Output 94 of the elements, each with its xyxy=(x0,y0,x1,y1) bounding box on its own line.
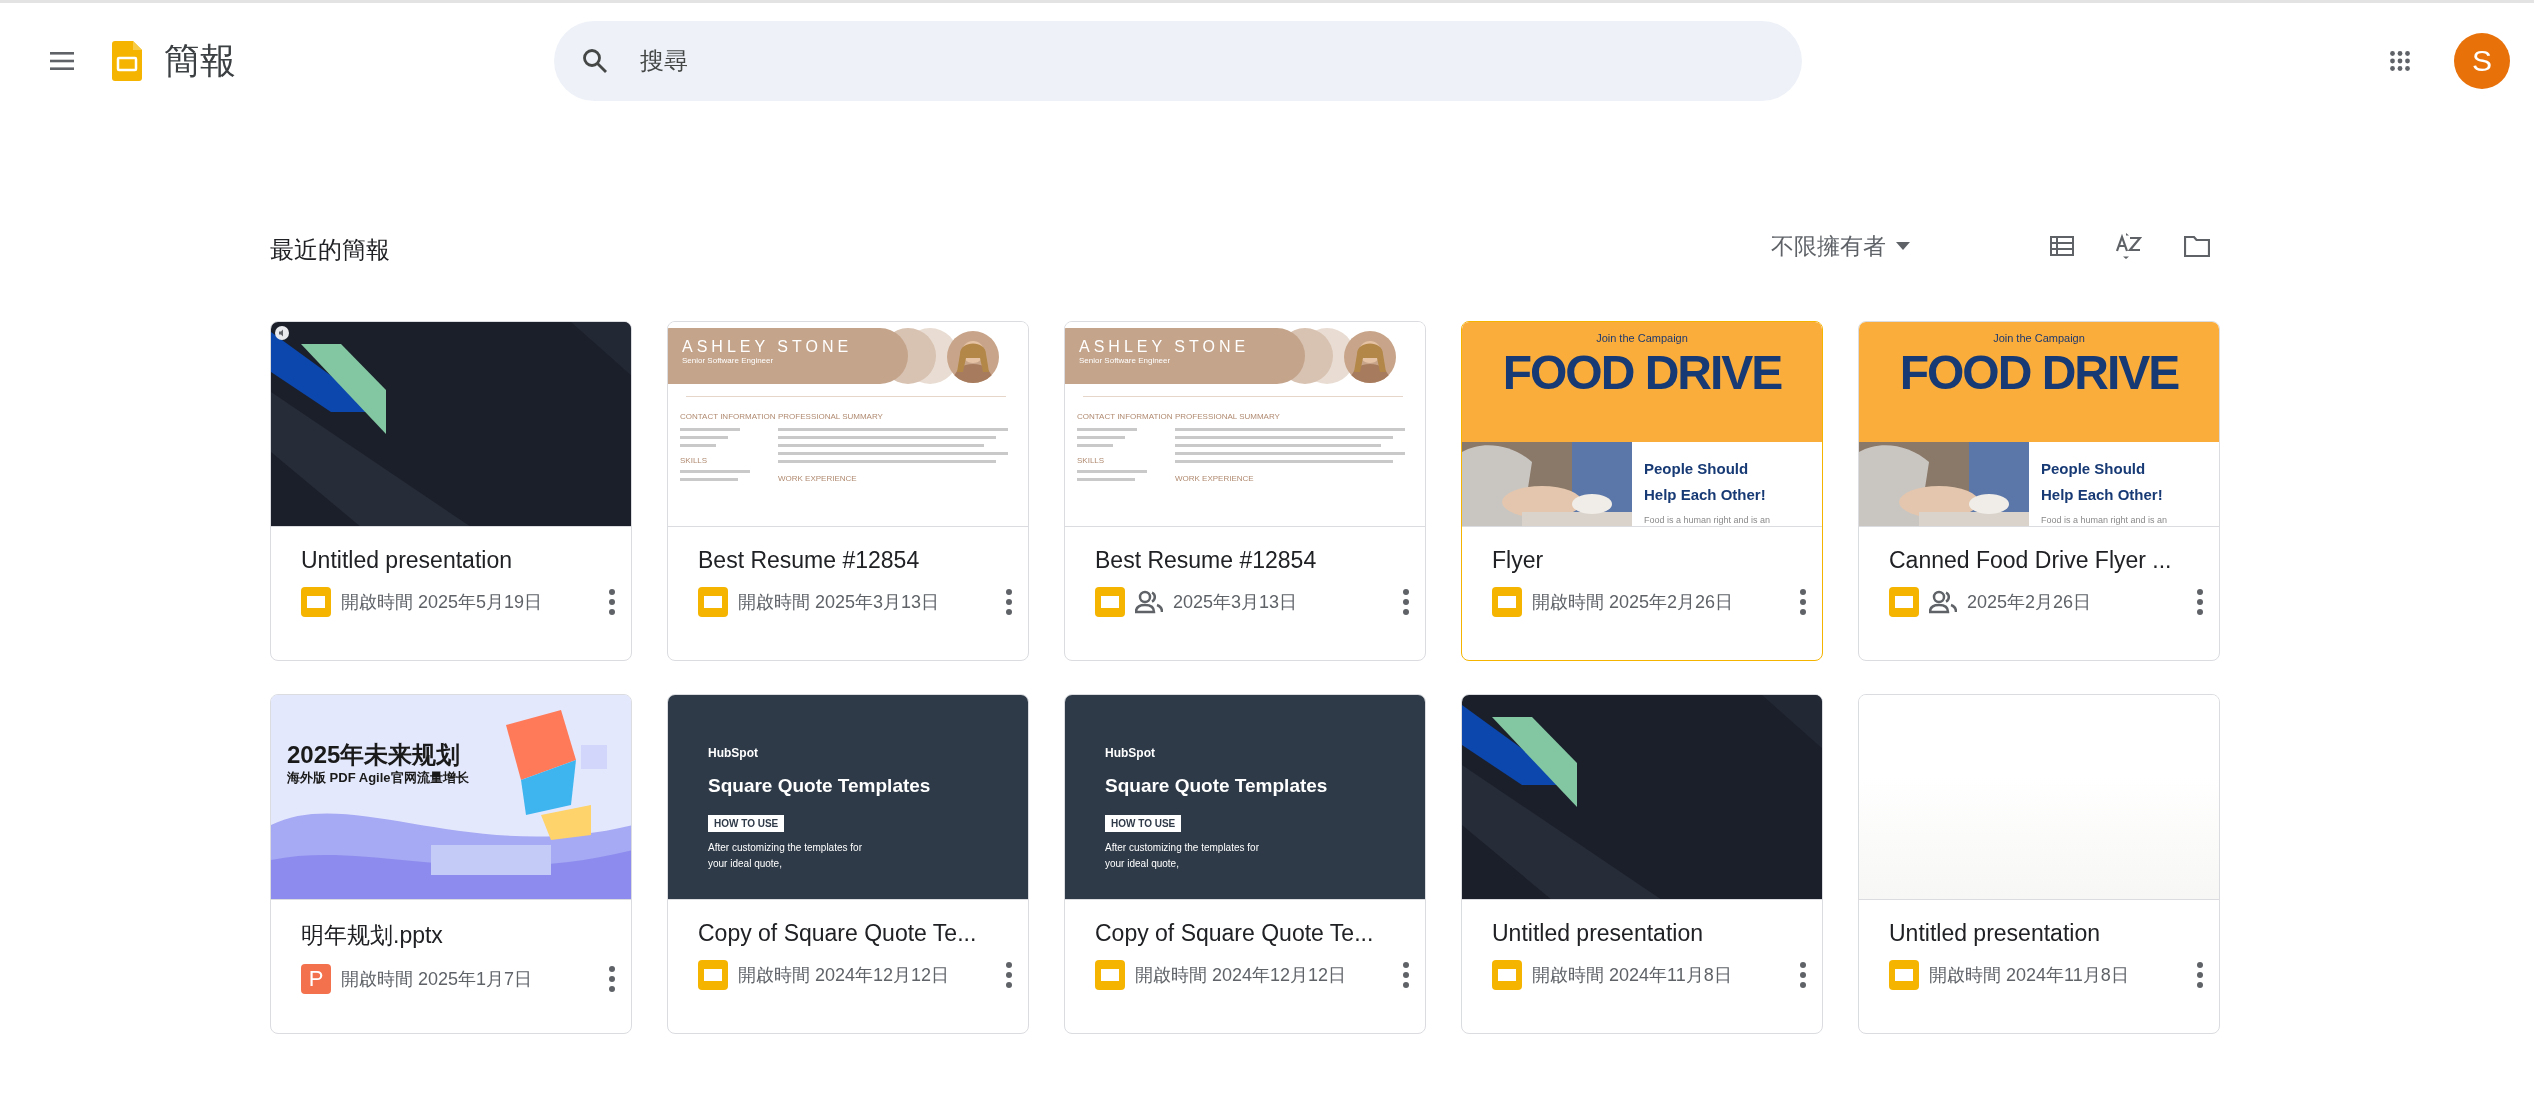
opened-date: 開啟時間 2024年11月8日 xyxy=(1929,964,2129,987)
file-card[interactable]: ASHLEY STONE Senior Software Engineer CONTACT INFORMATION SKILLS PROFESSIONAL SUMMARY WORK EXPERIENCE Best Resume #12854 2025年3月13日 xyxy=(1064,321,1426,661)
section-title: 最近的簡報 xyxy=(270,235,390,265)
how-to-use-tag: HOW TO USE xyxy=(1105,814,1182,832)
slides-file-icon xyxy=(1095,587,1125,617)
search-bar[interactable]: 搜尋 xyxy=(554,21,1802,101)
flyer-tagline: People Should xyxy=(1644,459,1750,479)
flyer-headline: FOOD DRIVE xyxy=(1502,344,1782,400)
section-heading: SKILLS xyxy=(680,456,708,466)
more-icon xyxy=(1006,962,1012,988)
slides-file-icon xyxy=(1889,960,1919,990)
opened-date: 開啟時間 2024年11月8日 xyxy=(1532,964,1732,987)
flyer-body: Food is a human right and is an xyxy=(2041,515,2168,526)
more-icon xyxy=(1800,589,1806,615)
people-icon xyxy=(1929,590,1957,614)
how-to-use-tag: HOW TO USE xyxy=(708,814,785,832)
people-icon xyxy=(1135,590,1163,614)
more-icon xyxy=(1403,589,1409,615)
opened-date: 開啟時間 2024年12月12日 xyxy=(738,964,950,987)
flyer-kicker: Join the Campaign xyxy=(1993,332,2085,345)
opened-date: 2025年3月13日 xyxy=(1173,591,1298,614)
file-title: Copy of Square Quote Te... xyxy=(1095,920,1375,947)
section-heading: WORK EXPERIENCE xyxy=(1175,474,1254,484)
file-card[interactable]: Join the Campaign FOOD DRIVE People Should Help Each Other! Food is a human right and is an Canned Food Drive Flyer ... 2025年2月26日 xyxy=(1858,321,2220,661)
flyer-headline: FOOD DRIVE xyxy=(1899,344,2179,400)
owner-filter-dropdown[interactable]: 不限擁有者 xyxy=(1761,224,1920,268)
section-heading: WORK EXPERIENCE xyxy=(778,474,857,484)
flyer-body: Food is a human right and is an xyxy=(1644,515,1771,526)
resume-subtitle: Senior Software Engineer xyxy=(1079,356,1172,366)
file-title: Canned Food Drive Flyer ... xyxy=(1889,547,2173,574)
search-input[interactable]: 搜尋 xyxy=(638,46,1774,76)
file-card[interactable]: ASHLEY STONE Senior Software Engineer CONTACT INFORMATION SKILLS PROFESSIONAL SUMMARY WORK EXPERIENCE Best Resume #12854 開啟時間 2025年3月13日 xyxy=(667,321,1029,661)
flyer-tagline: Help Each Other! xyxy=(2041,485,2163,505)
app-title: 簡報 xyxy=(164,38,236,83)
section-heading: SKILLS xyxy=(1077,456,1105,466)
section-heading: CONTACT INFORMATION xyxy=(1077,412,1173,422)
file-title: Untitled presentation xyxy=(1492,920,1704,947)
slides-file-icon xyxy=(1095,960,1125,990)
section-heading: CONTACT INFORMATION xyxy=(680,412,776,422)
slide-headline: Square Quote Templates xyxy=(708,774,931,797)
file-title: 明年规划.pptx xyxy=(301,921,444,950)
section-heading: PROFESSIONAL SUMMARY xyxy=(1175,412,1280,422)
more-icon xyxy=(2197,589,2203,615)
powerpoint-file-icon: P xyxy=(301,964,331,994)
slides-file-icon xyxy=(1492,587,1522,617)
more-icon xyxy=(2197,962,2203,988)
more-icon xyxy=(1800,962,1806,988)
file-card[interactable]: Untitled presentation 開啟時間 2024年11月8日 xyxy=(1858,694,2220,1034)
flyer-tagline: People Should xyxy=(2041,459,2147,479)
file-card[interactable]: Join the Campaign FOOD DRIVE People Should Help Each Other! Food is a human right and is an Flyer 開啟時間 2025年2月26日 xyxy=(1461,321,1823,661)
dropdown-caret-icon xyxy=(1896,242,1910,250)
slides-file-icon xyxy=(301,587,331,617)
slide-headline: 2025年未来规划 xyxy=(287,741,462,769)
brand-text: HubSpot xyxy=(1105,747,1156,761)
resume-name: ASHLEY STONE xyxy=(1079,338,1251,357)
file-card[interactable]: HubSpot Square Quote Templates HOW TO USE After customizing the templates for your ideal quote, Copy of Square Quote Te... 開啟時間 2024年12月12日 xyxy=(667,694,1029,1034)
section-heading: PROFESSIONAL SUMMARY xyxy=(778,412,883,422)
file-card[interactable]: Untitled presentation 開啟時間 2024年11月8日 xyxy=(1461,694,1823,1034)
more-icon xyxy=(609,589,615,615)
corner-shape xyxy=(571,322,631,377)
file-card[interactable]: Untitled presentation 開啟時間 2025年5月19日 xyxy=(270,321,632,661)
search-icon xyxy=(582,48,608,74)
more-icon xyxy=(1006,589,1012,615)
brand-text: HubSpot xyxy=(708,747,759,761)
file-title: Untitled presentation xyxy=(1889,920,2101,947)
opened-date: 開啟時間 2024年12月12日 xyxy=(1135,964,1347,987)
file-title: Best Resume #12854 xyxy=(698,547,921,574)
more-icon xyxy=(1403,962,1409,988)
slide-body: After customizing the templates for your ideal quote, xyxy=(1105,840,1260,871)
slides-file-icon xyxy=(698,960,728,990)
slide-body: After customizing the templates for your ideal quote, xyxy=(708,840,863,871)
file-card[interactable]: HubSpot Square Quote Templates HOW TO USE After customizing the templates for your ideal quote, Copy of Square Quote Te... 開啟時間 2024年12月12日 xyxy=(1064,694,1426,1034)
resume-subtitle: Senior Software Engineer xyxy=(682,356,775,366)
file-title: Best Resume #12854 xyxy=(1095,547,1318,574)
file-title: Flyer xyxy=(1492,547,1545,574)
file-title: Copy of Square Quote Te... xyxy=(698,920,978,947)
more-icon xyxy=(609,966,615,992)
flyer-tagline: Help Each Other! xyxy=(1644,485,1766,505)
slides-file-icon xyxy=(1889,587,1919,617)
slides-file-icon xyxy=(698,587,728,617)
opened-date: 2025年2月26日 xyxy=(1967,591,2092,614)
slides-logo-icon xyxy=(112,41,142,81)
slide-subtitle: 海外版 PDF Agile官网流量增长 xyxy=(287,768,470,787)
file-title: Untitled presentation xyxy=(301,547,513,574)
slide-headline: Square Quote Templates xyxy=(1105,774,1328,797)
resume-name: ASHLEY STONE xyxy=(682,338,854,357)
opened-date: 開啟時間 2025年1月7日 xyxy=(341,968,533,991)
corner-shape xyxy=(1762,695,1822,750)
opened-date: 開啟時間 2025年5月19日 xyxy=(341,591,543,614)
slides-file-icon xyxy=(1492,960,1522,990)
file-card[interactable]: 2025年未来规划 海外版 PDF Agile官网流量增长 明年规划.pptx P 開啟時間 2025年1月7日 xyxy=(270,694,632,1034)
flyer-kicker: Join the Campaign xyxy=(1596,332,1688,345)
opened-date: 開啟時間 2025年2月26日 xyxy=(1532,591,1734,614)
opened-date: 開啟時間 2025年3月13日 xyxy=(738,591,940,614)
